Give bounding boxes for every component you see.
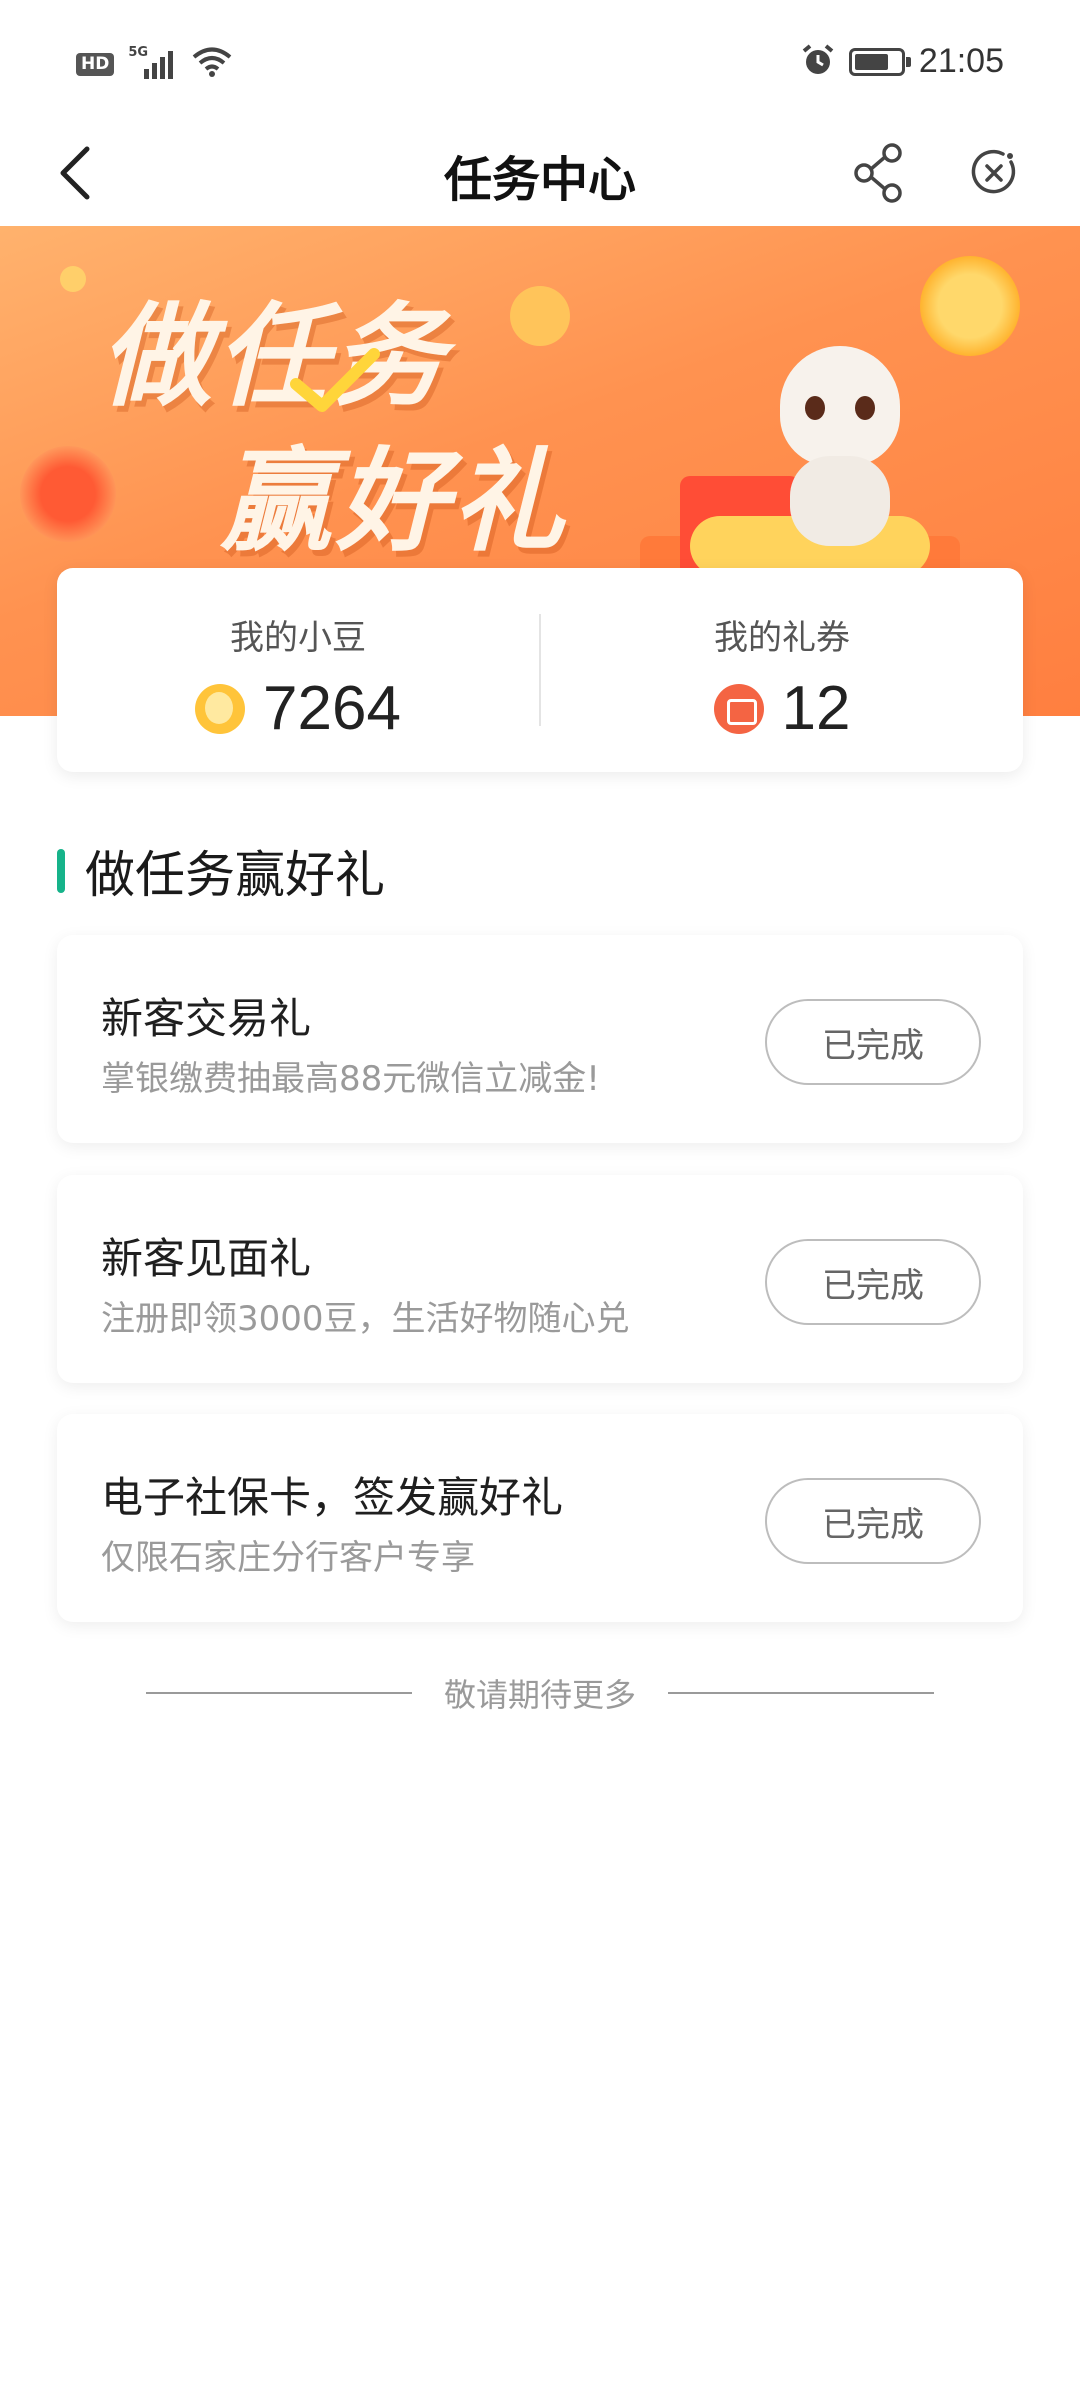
bean-coin-icon [195,683,246,734]
nav-bar: 任务中心 [0,120,1080,226]
coupons-value: 12 [781,674,851,743]
status-right: 21:05 [801,42,1004,81]
banner-title-line1: 做任务 [100,292,448,422]
task-status-button[interactable]: 已完成 [765,1239,981,1325]
coupons-label: 我的礼券 [714,618,850,658]
alarm-icon [801,43,835,81]
task-title: 电子社保卡，签发赢好礼 [101,1473,564,1522]
share-icon [854,143,902,203]
task-status-button[interactable]: 已完成 [765,999,981,1085]
more-coming-text: 敬请期待更多 [444,1676,637,1714]
share-button[interactable] [840,134,918,212]
coin-decoration-icon [60,266,86,292]
divider-line [668,1692,935,1694]
task-description: 掌银缴费抽最高88元微信立减金! [101,1059,600,1099]
coupons-value-row: 12 [713,673,851,744]
hd-badge: HD [76,52,115,76]
coin-decoration-icon [510,286,570,346]
section-accent-bar [57,849,65,893]
task-title: 新客交易礼 [101,994,312,1043]
task-title: 新客见面礼 [101,1234,312,1283]
coupons-summary[interactable]: 我的礼券 12 [541,568,1023,772]
task-description: 注册即领3000豆，生活好物随心兑 [101,1299,630,1339]
network-type: 5G [128,45,149,60]
beans-value-row: 7264 [195,673,401,744]
signal-icon: 5G [128,45,178,79]
status-left: HD 5G [76,45,232,82]
battery-icon [848,47,911,76]
check-mark-icon [290,348,380,412]
summary-card: 我的小豆 7264 我的礼券 12 [57,568,1023,772]
more-coming-divider: 敬请期待更多 [146,1670,935,1716]
section-title: 做任务赢好礼 [85,846,385,904]
coupon-icon [713,683,764,734]
mascot-illustration [770,326,910,546]
wifi-icon [192,46,232,82]
section-header: 做任务赢好礼 [57,835,385,907]
beans-summary[interactable]: 我的小豆 7264 [57,568,539,772]
coin-decoration-icon [920,256,1020,356]
task-status-button[interactable]: 已完成 [765,1478,981,1564]
battery-fill [854,53,888,70]
close-mini-program-button[interactable] [955,134,1033,212]
task-card[interactable]: 新客见面礼 注册即领3000豆，生活好物随心兑 已完成 [57,1175,1023,1383]
divider-line [146,1692,412,1694]
banner-title-line2: 赢好礼 [220,437,568,567]
red-envelope-decoration-icon [20,446,116,542]
beans-value: 7264 [263,674,401,743]
close-mini-program-icon [971,149,1016,194]
page-title: 任务中心 [443,152,636,208]
clock-time: 21:05 [918,42,1004,80]
beans-label: 我的小豆 [230,618,366,658]
status-bar: HD 5G 21:05 [0,0,1080,120]
task-card[interactable]: 电子社保卡，签发赢好礼 仅限石家庄分行客户专享 已完成 [57,1414,1023,1622]
task-description: 仅限石家庄分行客户专享 [101,1538,475,1578]
task-card[interactable]: 新客交易礼 掌银缴费抽最高88元微信立减金! 已完成 [57,935,1023,1143]
